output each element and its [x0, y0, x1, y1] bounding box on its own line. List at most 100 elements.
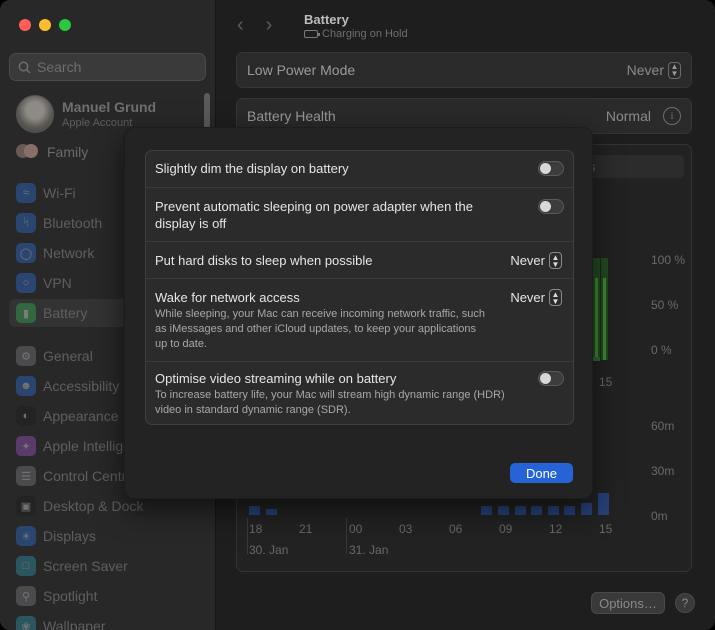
- family-avatars-icon: [16, 142, 38, 162]
- sidebar-item-wallpaper[interactable]: ❀ Wallpaper: [9, 612, 209, 630]
- options-button[interactable]: Options…: [591, 592, 665, 614]
- sidebar-item-label: Control Centre: [43, 468, 135, 484]
- sidebar-item-label: Bluetooth: [43, 215, 103, 231]
- spotlight-icon: ⚲: [16, 586, 36, 606]
- video-streaming-toggle[interactable]: [538, 371, 564, 386]
- option-title: Put hard disks to sleep when possible: [155, 253, 373, 268]
- close-window-button[interactable]: [19, 19, 31, 31]
- hour-tick-label: 18: [249, 522, 263, 536]
- sidebar-item-displays[interactable]: ☀ Displays: [9, 522, 209, 550]
- battery-health-label: Battery Health: [247, 108, 336, 124]
- hour-tick-label: 03: [399, 522, 413, 536]
- sidebar-item-label: Screen Saver: [43, 558, 128, 574]
- wake-network-popup[interactable]: Never ▲ ▼: [510, 289, 562, 306]
- sidebar-item-spotlight[interactable]: ⚲ Spotlight: [9, 582, 209, 610]
- low-power-value: Never: [626, 62, 664, 78]
- siri-icon: ✦: [16, 436, 36, 456]
- history-nav: ‹ ›: [237, 14, 272, 37]
- vpn-icon: ○: [16, 273, 36, 293]
- battery-level-bar: [593, 258, 600, 360]
- screen-saver-icon: □: [16, 556, 36, 576]
- done-button[interactable]: Done: [510, 463, 573, 483]
- minimize-window-button[interactable]: [39, 19, 51, 31]
- option-prevent-sleep: Prevent automatic sleeping on power adap…: [146, 187, 573, 241]
- wallpaper-icon: ❀: [16, 616, 36, 630]
- level-tick-label: 100 %: [651, 253, 686, 267]
- hour-tick-label: 12: [549, 522, 563, 536]
- battery-level-bar: [601, 258, 608, 360]
- window-controls: [19, 19, 71, 31]
- usage-bar: [514, 506, 526, 515]
- usage-bar: [249, 506, 260, 515]
- prevent-sleep-toggle[interactable]: [538, 199, 564, 214]
- forward-icon[interactable]: ›: [266, 14, 273, 37]
- gear-icon: ⚙: [16, 346, 36, 366]
- search-field[interactable]: [9, 53, 206, 81]
- back-icon[interactable]: ‹: [237, 14, 244, 37]
- low-power-mode-row: Low Power Mode Never ▲ ▼: [236, 52, 692, 88]
- sidebar-item-label: Desktop & Dock: [43, 498, 144, 514]
- battery-status-icon: [304, 30, 320, 38]
- day-label: 31. Jan: [349, 543, 389, 557]
- option-video-streaming: Optimise video streaming while on batter…: [146, 361, 573, 424]
- sidebar-item-label: General: [43, 348, 93, 364]
- appearance-icon: ◐: [16, 406, 36, 426]
- battery-icon: ▮: [16, 303, 36, 323]
- search-input[interactable]: [37, 59, 197, 75]
- info-icon[interactable]: i: [663, 107, 681, 125]
- option-title: Slightly dim the display on battery: [155, 161, 349, 176]
- bluetooth-icon: ᛋ: [16, 213, 36, 233]
- battery-health-value: Normal: [605, 108, 651, 124]
- hard-disks-value: Never: [510, 253, 545, 268]
- battery-level-base: [593, 357, 600, 361]
- option-title: Optimise video streaming while on batter…: [155, 371, 397, 386]
- zoom-window-button[interactable]: [59, 19, 71, 31]
- battery-options-sheet: Slightly dim the display on battery Prev…: [124, 127, 593, 499]
- usage-bar: [531, 506, 543, 515]
- day-divider: [247, 518, 248, 554]
- usage-tick-label: 60m: [651, 419, 675, 433]
- displays-icon: ☀: [16, 526, 36, 546]
- option-hard-disks: Put hard disks to sleep when possible Ne…: [146, 241, 573, 278]
- option-title: Prevent automatic sleeping on power adap…: [155, 199, 473, 231]
- usage-bar: [564, 506, 576, 515]
- sidebar-item-label: Wi-Fi: [43, 185, 76, 201]
- level-tick-label: 0 %: [651, 343, 672, 357]
- hard-disks-popup[interactable]: Never ▲ ▼: [510, 252, 562, 269]
- sidebar-item-label: Battery: [43, 305, 88, 321]
- option-wake-network: Wake for network access While sleeping, …: [146, 278, 573, 361]
- accessibility-icon: ☻: [16, 376, 36, 396]
- wake-network-value: Never: [510, 290, 545, 305]
- hour-tick-label: 06: [449, 522, 463, 536]
- family-label: Family: [47, 144, 89, 160]
- sidebar-item-label: Spotlight: [43, 588, 98, 604]
- dock-icon: ▣: [16, 496, 36, 516]
- sidebar-item-label: Displays: [43, 528, 96, 544]
- sidebar-item-label: Appearance: [43, 408, 119, 424]
- options-group: Slightly dim the display on battery Prev…: [145, 150, 574, 425]
- account-name: Manuel Grund: [62, 99, 157, 115]
- option-description: To increase battery life, your Mac will …: [155, 389, 505, 416]
- sidebar-scrollbar[interactable]: [204, 93, 210, 129]
- charging-status: Charging on Hold: [322, 28, 408, 40]
- up-down-chevron-icon: ▲ ▼: [668, 61, 681, 79]
- usage-bar: [581, 503, 592, 515]
- up-down-chevron-icon: ▲ ▼: [549, 252, 562, 269]
- hour-tick-label: 15: [599, 375, 613, 389]
- dim-display-toggle[interactable]: [538, 161, 564, 176]
- option-dim-display: Slightly dim the display on battery: [146, 151, 573, 187]
- search-icon: [18, 61, 31, 74]
- low-power-popup[interactable]: Never ▲ ▼: [626, 61, 681, 79]
- sidebar-item-label: Network: [43, 245, 95, 261]
- sidebar-item-label: VPN: [43, 275, 72, 291]
- hour-tick-label: 15: [599, 522, 613, 536]
- low-power-label: Low Power Mode: [247, 62, 356, 78]
- page-title: Battery: [304, 12, 349, 27]
- help-button[interactable]: ?: [675, 593, 695, 613]
- sidebar-item-screen-saver[interactable]: □ Screen Saver: [9, 552, 209, 580]
- avatar: [16, 95, 54, 133]
- sidebar-item-label: Accessibility: [43, 378, 120, 394]
- family-row[interactable]: Family: [16, 142, 88, 162]
- usage-bar: [597, 492, 609, 515]
- option-title: Wake for network access: [155, 290, 300, 305]
